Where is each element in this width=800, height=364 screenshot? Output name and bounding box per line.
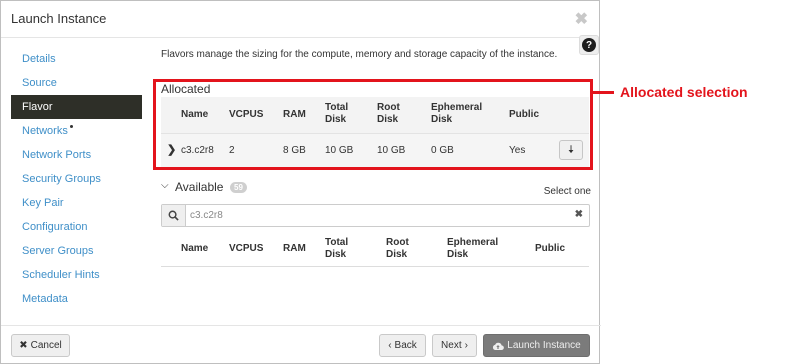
sidebar-item-label: Configuration — [22, 221, 88, 233]
sidebar-item-flavor[interactable]: Flavor — [11, 95, 142, 119]
allocated-highlight-box — [153, 79, 593, 170]
available-count-badge: 59 — [230, 182, 247, 193]
sidebar-item-label: Details — [22, 53, 56, 65]
sidebar-item-networks[interactable]: Networks — [11, 119, 142, 143]
sidebar-item-label: Network Ports — [22, 149, 92, 161]
chevron-left-icon: ‹ — [388, 340, 392, 351]
modal-footer: ✖ Cancel ‹ Back Next › Launch Instance — [1, 325, 601, 364]
clear-search-icon[interactable]: ✖ — [575, 209, 583, 220]
sidebar-item-label: Scheduler Hints — [22, 269, 100, 281]
sidebar-item-label: Security Groups — [22, 173, 101, 185]
search-icon — [162, 205, 186, 226]
sidebar-item-server-groups[interactable]: Server Groups — [11, 239, 142, 263]
required-dot-icon — [69, 125, 73, 128]
chevron-down-icon[interactable]: ⌵ — [161, 180, 169, 191]
sidebar-item-label: Flavor — [22, 101, 53, 113]
col-public[interactable]: Public — [535, 243, 565, 255]
sidebar-item-metadata[interactable]: Metadata — [11, 287, 142, 311]
cancel-label: Cancel — [30, 340, 62, 351]
back-label: Back — [394, 340, 417, 351]
available-table-header: Name VCPUS RAM Total Disk Root Disk Epheme… — [161, 235, 589, 267]
next-label: Next — [441, 340, 462, 351]
callout-label: Allocated selection — [620, 84, 748, 100]
col-total-disk[interactable]: Total Disk — [325, 237, 348, 261]
flavor-description: Flavors manage the sizing for the comput… — [161, 49, 558, 60]
sidebar-item-configuration[interactable]: Configuration — [11, 215, 142, 239]
next-button[interactable]: Next › — [432, 334, 477, 357]
sidebar-item-label: Key Pair — [22, 197, 64, 209]
launch-instance-button[interactable]: Launch Instance — [483, 334, 590, 357]
sidebar-item-source[interactable]: Source — [11, 71, 142, 95]
sidebar-item-key-pair[interactable]: Key Pair — [11, 191, 142, 215]
sidebar-item-network-ports[interactable]: Network Ports — [11, 143, 142, 167]
sidebar-item-details[interactable]: Details — [11, 47, 142, 71]
question-circle-icon: ? — [582, 38, 596, 52]
launch-instance-modal: Launch Instance ✖ Details Source Flavor … — [0, 0, 601, 364]
col-name[interactable]: Name — [181, 243, 208, 255]
help-button[interactable]: ? — [579, 35, 599, 55]
sidebar-item-label: Networks — [22, 125, 68, 137]
sidebar-item-scheduler-hints[interactable]: Scheduler Hints — [11, 263, 142, 287]
sidebar-item-label: Source — [22, 77, 57, 89]
sidebar-item-label: Server Groups — [22, 245, 94, 257]
col-ram[interactable]: RAM — [283, 243, 306, 255]
cloud-upload-icon — [493, 342, 505, 350]
col-vcpus[interactable]: VCPUS — [229, 243, 263, 255]
col-root-disk[interactable]: Root Disk — [386, 237, 409, 261]
back-button[interactable]: ‹ Back — [379, 334, 426, 357]
modal-title: Launch Instance — [11, 11, 107, 26]
cancel-button[interactable]: ✖ Cancel — [11, 334, 70, 357]
sidebar-item-label: Metadata — [22, 293, 68, 305]
available-toggle[interactable]: Available — [175, 180, 223, 194]
callout-connector — [593, 91, 614, 94]
times-icon: ✖ — [19, 340, 28, 351]
chevron-right-icon: › — [464, 340, 468, 351]
sidebar-item-security-groups[interactable]: Security Groups — [11, 167, 142, 191]
close-icon[interactable]: ✖ — [575, 9, 588, 29]
modal-header: Launch Instance ✖ — [1, 1, 599, 38]
available-section-header: ⌵ Available 59 Select one — [161, 180, 591, 197]
search-input[interactable] — [190, 208, 560, 223]
launch-label: Launch Instance — [507, 340, 581, 351]
select-one-hint: Select one — [543, 186, 591, 197]
search-bar: ✖ — [161, 204, 590, 227]
col-ephemeral-disk[interactable]: Ephemeral Disk — [447, 237, 498, 261]
wizard-sidebar: Details Source Flavor Networks Network P… — [11, 47, 142, 311]
